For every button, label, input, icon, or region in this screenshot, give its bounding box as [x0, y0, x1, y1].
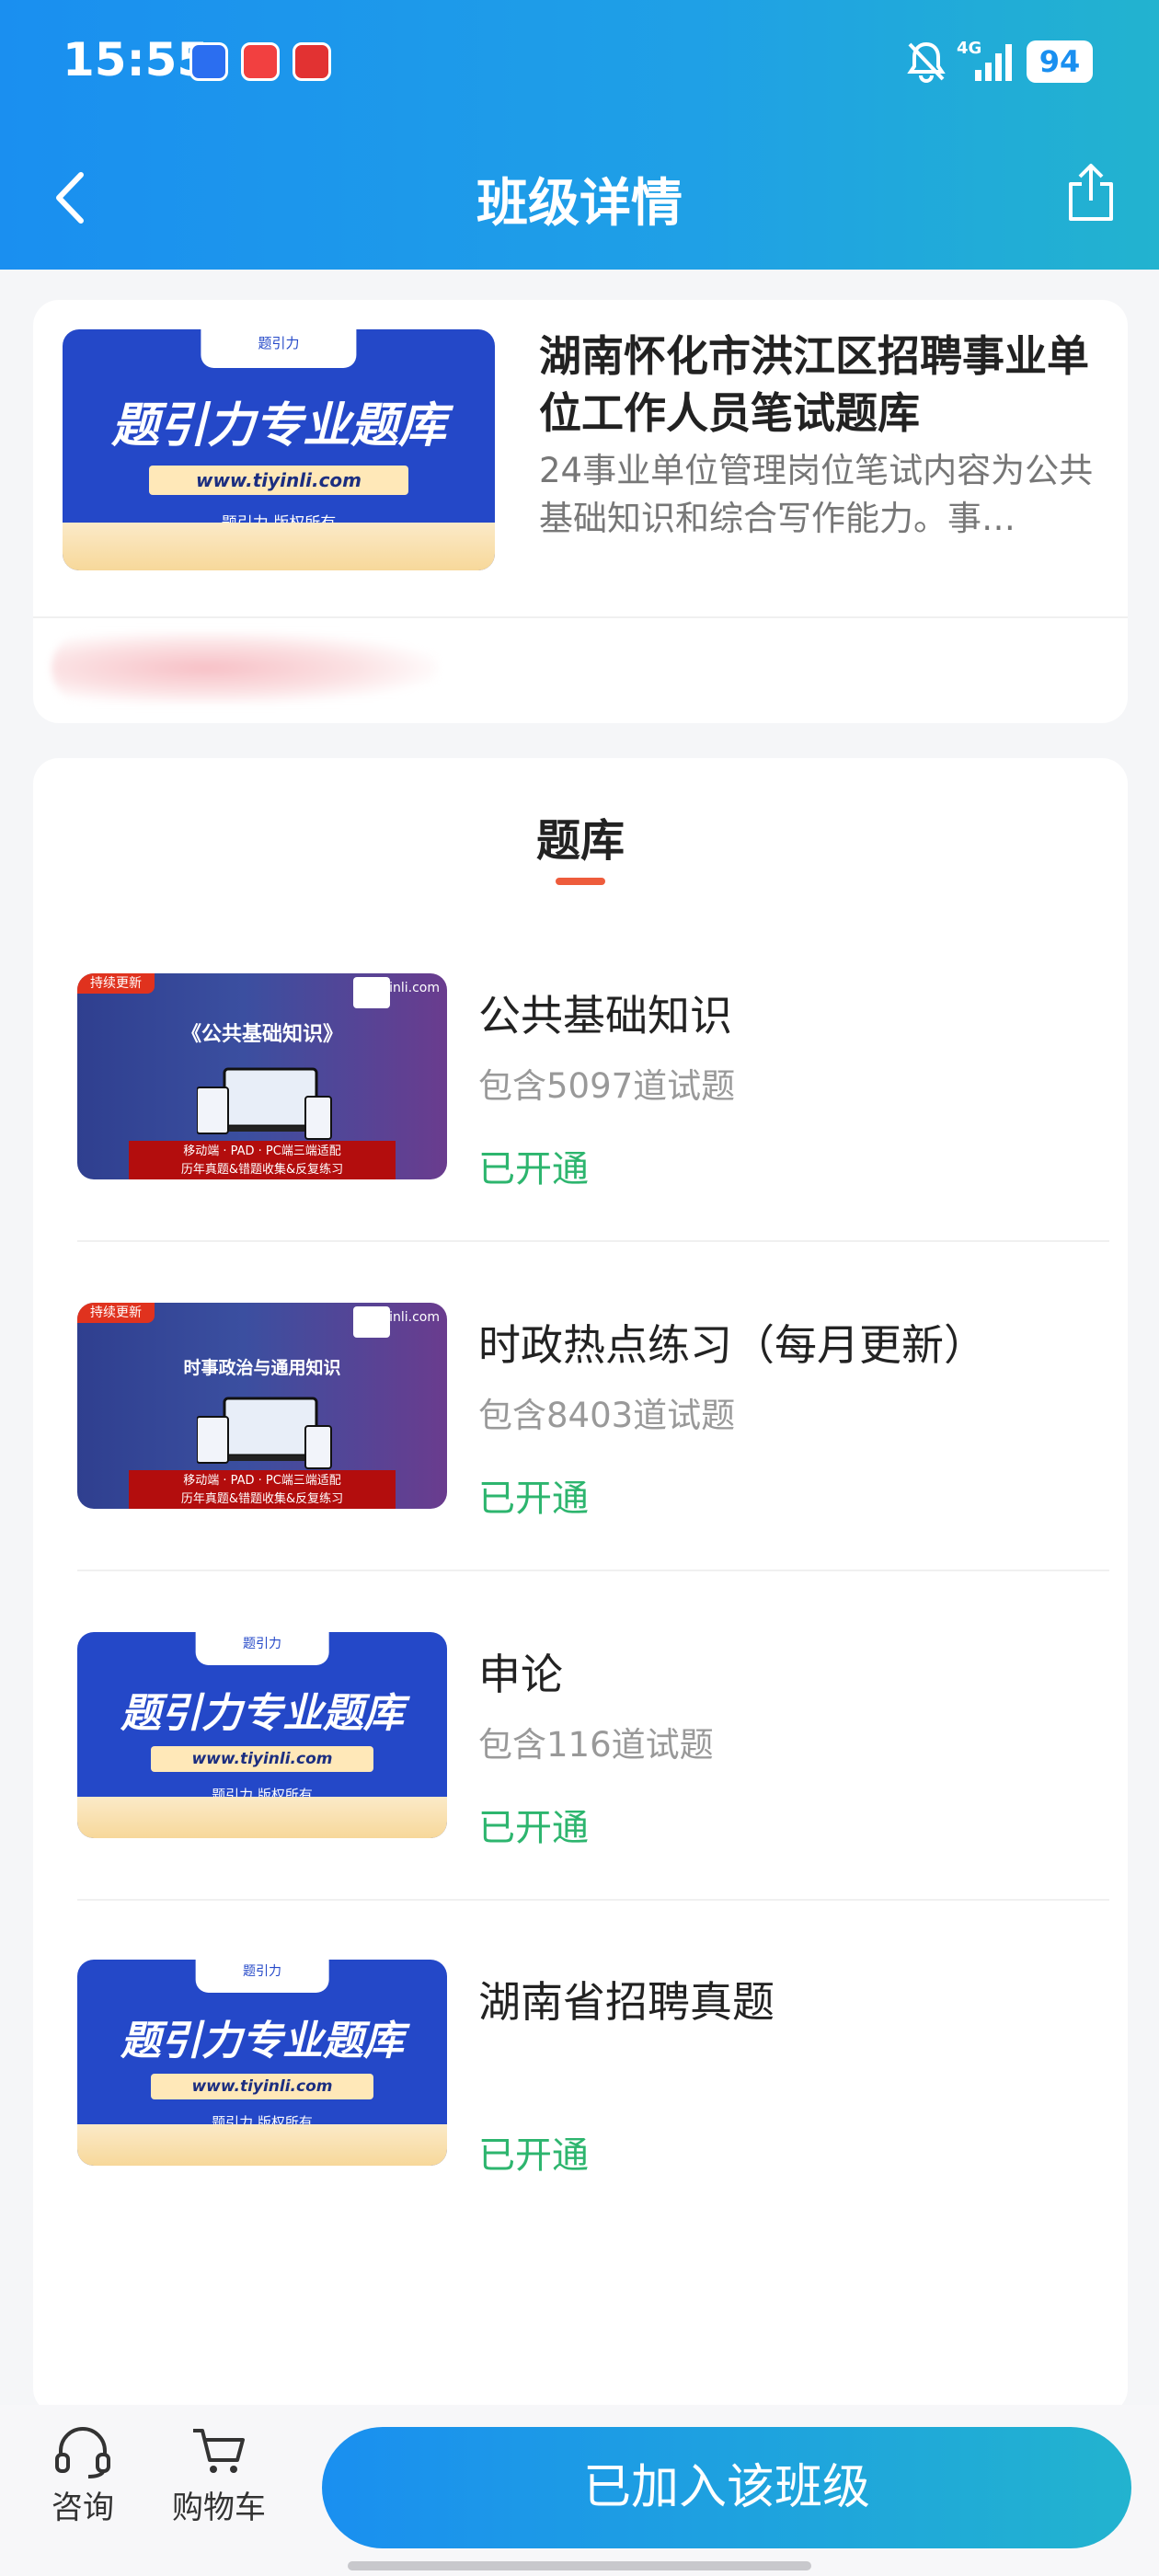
bank-cover-image: 持续更新 tiyinli.com 《公共基础知识》 移动端 · PAD · PC…: [77, 973, 447, 1179]
banner-line-1: 移动端 · PAD · PC端三端适配: [183, 1474, 341, 1488]
page-title: 班级详情: [476, 174, 683, 234]
cover-base: [77, 2124, 447, 2166]
bank-name: 公共基础知识: [478, 991, 732, 1041]
cover-url: www.tiyinli.com: [151, 1746, 373, 1772]
devices-illustration: [197, 1067, 332, 1140]
divider: [77, 1570, 1109, 1571]
home-indicator[interactable]: [348, 2561, 811, 2570]
divider: [77, 1240, 1109, 1242]
bank-status: 已开通: [478, 1478, 589, 1520]
class-title: 湖南怀化市洪江区招聘事业单位工作人员笔试题库: [539, 331, 1089, 438]
app-notification-icon: [241, 42, 280, 81]
bank-name: 时政热点练习（每月更新）: [478, 1320, 986, 1370]
banner-line-1: 移动端 · PAD · PC端三端适配: [183, 1144, 341, 1158]
bank-name: 申论: [478, 1650, 563, 1699]
bank-cover-image: 题引力 题引力专业题库 www.tiyinli.com 题引力 版权所有: [77, 1960, 447, 2166]
bank-cover-image: 持续更新 tiyinli.com 时事政治与通用知识 移动端 · PAD · P…: [77, 1303, 447, 1509]
cover-headline: 《公共基础知识》: [180, 1023, 343, 1046]
app-header: 15:55 4G 94 班级详情: [0, 0, 1159, 270]
cover-site: tiyinli.com: [373, 981, 440, 995]
update-badge: 持续更新: [77, 973, 155, 994]
cover-headline: 题引力专业题库: [120, 2018, 404, 2064]
cover-headline: 题引力专业题库: [110, 398, 446, 454]
consult-button[interactable]: 咨询: [28, 2425, 138, 2527]
bank-cover-image: 题引力 题引力专业题库 www.tiyinli.com 题引力 版权所有: [77, 1632, 447, 1838]
share-icon[interactable]: [1065, 162, 1117, 223]
cover-url: www.tiyinli.com: [149, 466, 408, 495]
update-badge: 持续更新: [77, 1303, 155, 1323]
bank-question-count: 包含8403道试题: [478, 1396, 736, 1435]
bank-status: 已开通: [478, 1807, 589, 1849]
cover-tab: 题引力: [195, 1960, 329, 1993]
cover-headline: 题引力专业题库: [120, 1690, 404, 1737]
bottom-action-bar: 咨询 购物车 已加入该班级: [0, 2405, 1159, 2576]
battery-indicator: 94: [1027, 40, 1093, 83]
bank-question-count: 包含5097道试题: [478, 1066, 736, 1106]
headset-icon: [55, 2427, 110, 2478]
cover-site: tiyinli.com: [373, 1310, 440, 1325]
bank-status: 已开通: [478, 1148, 589, 1190]
tab-underline: [556, 878, 605, 885]
status-time: 15:55: [63, 33, 210, 86]
class-info-card: 题引力 题引力专业题库 www.tiyinli.com 题引力 版权所有 湖南怀…: [33, 300, 1128, 723]
cover-banner: 移动端 · PAD · PC端三端适配 历年真题&错题收集&反复练习: [129, 1141, 396, 1179]
cover-base: [77, 1797, 447, 1838]
devices-illustration: [197, 1397, 332, 1469]
cover-headline: 时事政治与通用知识: [183, 1358, 341, 1378]
cover-tab: 题引力: [201, 329, 357, 368]
bank-item[interactable]: 题引力 题引力专业题库 www.tiyinli.com 题引力 版权所有 申论 …: [33, 1632, 1128, 1961]
class-description: 24事业单位管理岗位笔试内容为公共基础知识和综合写作能力。事…: [539, 451, 1094, 538]
bank-item[interactable]: 持续更新 tiyinli.com 《公共基础知识》 移动端 · PAD · PC…: [33, 973, 1128, 1303]
question-bank-card: 题库 持续更新 tiyinli.com 《公共基础知识》 移动端 · PAD ·…: [33, 758, 1128, 2414]
cover-tab: 题引力: [195, 1632, 329, 1665]
banner-line-2: 历年真题&错题收集&反复练习: [180, 1492, 344, 1506]
blurred-content: [52, 631, 438, 705]
mute-bell-icon: [907, 41, 946, 83]
cover-url: www.tiyinli.com: [151, 2074, 373, 2099]
app-notification-icon: [189, 42, 228, 81]
section-title: 题库: [535, 815, 625, 867]
joined-class-button[interactable]: 已加入该班级: [322, 2427, 1131, 2548]
bank-name: 湖南省招聘真题: [478, 1977, 775, 2027]
shopping-cart-icon: [193, 2429, 245, 2473]
divider: [77, 1899, 1109, 1901]
bank-item[interactable]: 题引力 题引力专业题库 www.tiyinli.com 题引力 版权所有 湖南省…: [33, 1960, 1128, 2289]
divider: [33, 616, 1128, 618]
cover-banner: 移动端 · PAD · PC端三端适配 历年真题&错题收集&反复练习: [129, 1470, 396, 1509]
consult-label: 咨询: [52, 2490, 114, 2526]
cart-label: 购物车: [172, 2490, 266, 2526]
bank-item[interactable]: 持续更新 tiyinli.com 时事政治与通用知识 移动端 · PAD · P…: [33, 1303, 1128, 1632]
app-notification-icon: [293, 42, 331, 81]
banner-line-2: 历年真题&错题收集&反复练习: [180, 1163, 344, 1177]
bank-question-count: 包含116道试题: [478, 1725, 714, 1765]
cover-base: [63, 522, 495, 570]
cart-button[interactable]: 购物车: [164, 2425, 274, 2527]
bank-status: 已开通: [478, 2134, 589, 2177]
class-cover-image: 题引力 题引力专业题库 www.tiyinli.com 题引力 版权所有: [63, 329, 495, 570]
status-bar: 15:55 4G 94: [0, 0, 1159, 129]
